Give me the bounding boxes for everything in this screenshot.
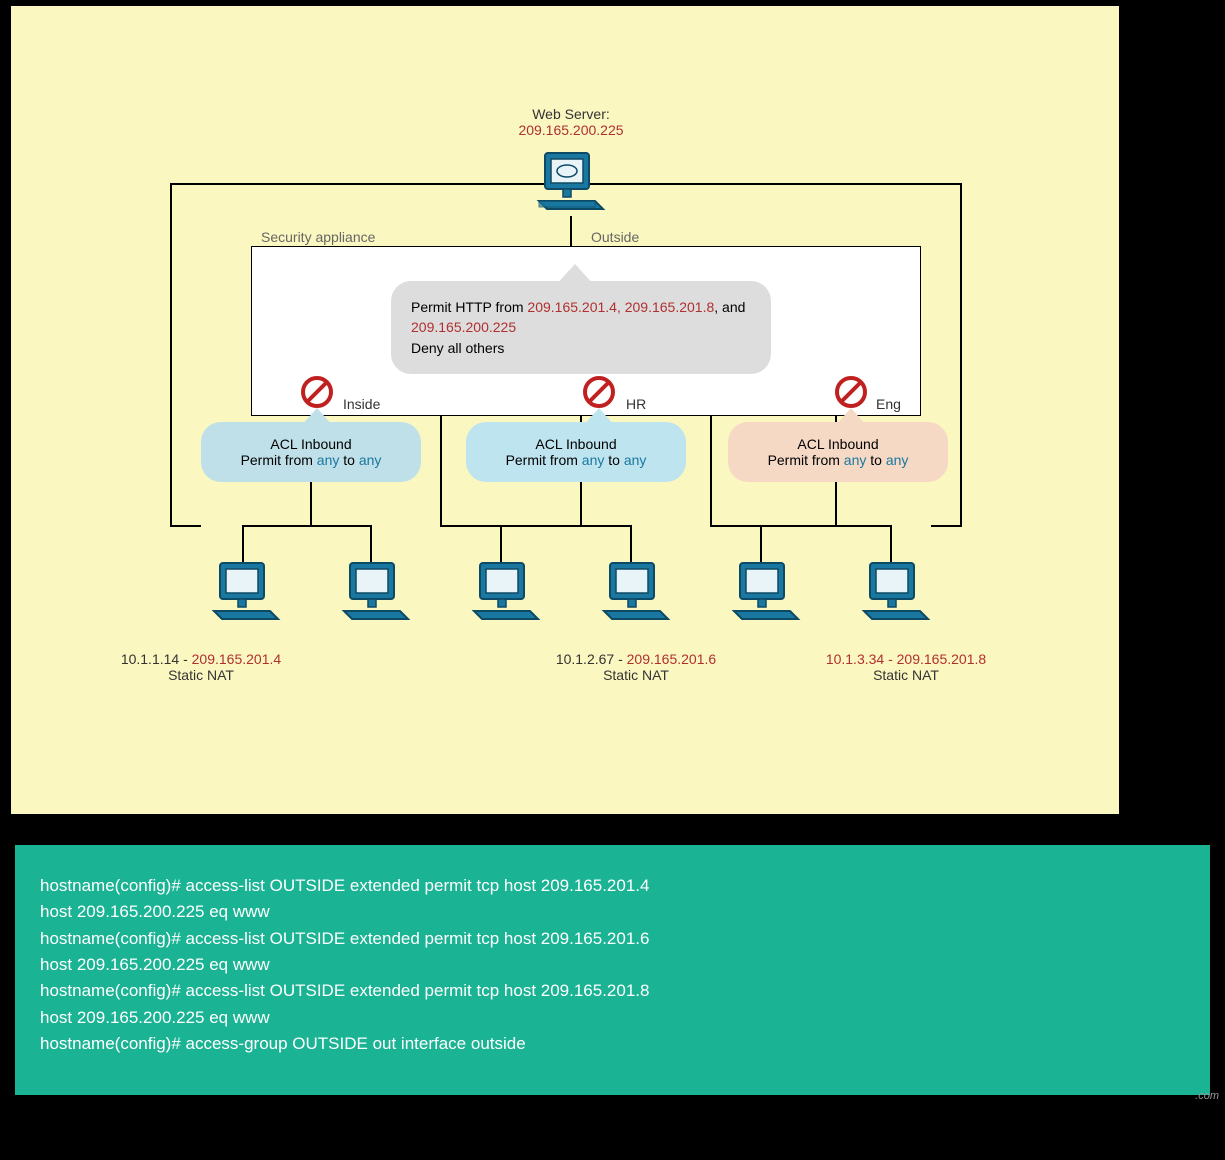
appliance-label: Security appliance <box>261 229 375 245</box>
pc-icon <box>856 561 936 625</box>
code-line: host 209.165.200.225 eq www <box>40 1005 1185 1031</box>
pc-icon <box>726 561 806 625</box>
deny-icon <box>581 374 617 410</box>
zone-inside: Inside <box>343 396 380 412</box>
acl-inside: ACL Inbound Permit from any to any <box>201 422 421 482</box>
code-line: host 209.165.200.225 eq www <box>40 899 1185 925</box>
acl-hr: ACL Inbound Permit from any to any <box>466 422 686 482</box>
webserver-ip: 209.165.200.225 <box>518 122 623 138</box>
watermark: .com <box>1195 1090 1219 1102</box>
outside-label: Outside <box>591 229 639 245</box>
webserver-label: Web Server: 209.165.200.225 <box>431 106 711 138</box>
deny-icon <box>833 374 869 410</box>
host1-label: 10.1.1.14 - 209.165.201.4 Static NAT <box>81 651 321 683</box>
pc-icon <box>336 561 416 625</box>
server-icon <box>531 151 611 215</box>
zone-eng: Eng <box>876 396 901 412</box>
diagram-canvas: Web Server: 209.165.200.225 Security app… <box>0 0 1225 1160</box>
deny-icon <box>299 374 335 410</box>
code-line: hostname(config)# access-group OUTSIDE o… <box>40 1031 1185 1057</box>
code-line: hostname(config)# access-list OUTSIDE ex… <box>40 873 1185 899</box>
webserver-title: Web Server: <box>532 106 610 122</box>
code-line: hostname(config)# access-list OUTSIDE ex… <box>40 978 1185 1004</box>
pc-icon <box>206 561 286 625</box>
pc-icon <box>596 561 676 625</box>
config-code: hostname(config)# access-list OUTSIDE ex… <box>15 845 1210 1095</box>
permit-callout: Permit HTTP from 209.165.201.4, 209.165.… <box>391 281 771 374</box>
zone-hr: HR <box>626 396 646 412</box>
code-line: host 209.165.200.225 eq www <box>40 952 1185 978</box>
host2-label: 10.1.2.67 - 209.165.201.6 Static NAT <box>516 651 756 683</box>
code-line: hostname(config)# access-list OUTSIDE ex… <box>40 926 1185 952</box>
host3-label: 10.1.3.34 - 209.165.201.8 Static NAT <box>786 651 1026 683</box>
acl-eng: ACL Inbound Permit from any to any <box>728 422 948 482</box>
pc-icon <box>466 561 546 625</box>
diagram-area: Web Server: 209.165.200.225 Security app… <box>10 5 1120 815</box>
